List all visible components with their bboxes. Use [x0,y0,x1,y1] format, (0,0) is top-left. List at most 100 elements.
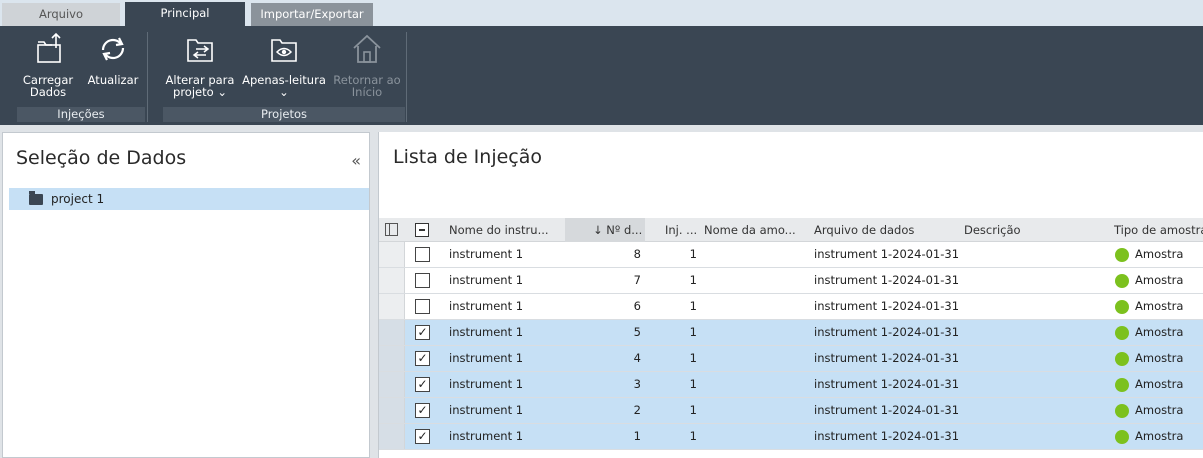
row-gutter[interactable] [379,398,405,423]
cell-number: 4 [633,351,641,365]
table-row[interactable]: instrument 1 7 1 instrument 1-2024-01-31...… [379,268,1203,294]
data-selection-title: Seleção de Dados [16,147,187,169]
table-row[interactable]: instrument 1 6 1 instrument 1-2024-01-31...… [379,294,1203,320]
load-data-icon [37,32,61,63]
tree-item-project[interactable]: project 1 [9,188,369,210]
change-project-label-2: projeto [173,85,214,99]
sample-type-dot-icon [1115,248,1129,262]
load-data-button[interactable]: Carregar Dados [20,30,76,98]
cell-number: 6 [633,299,641,313]
tab-principal[interactable]: Principal [125,2,245,26]
folder-eye-icon [271,39,297,62]
cell-sample-type: Amostra [1135,247,1184,261]
group-label-projects: Projetos [163,107,405,122]
cell-data-file: instrument 1-2024-01-31... [814,377,959,391]
cell-instrument: instrument 1 [449,247,524,261]
row-checkbox[interactable] [415,247,430,262]
cell-instrument: instrument 1 [449,325,524,339]
tab-arquivo[interactable]: Arquivo [2,3,120,26]
cell-instrument: instrument 1 [449,351,524,365]
cell-data-file: instrument 1-2024-01-31... [814,351,959,365]
cell-number: 3 [633,377,641,391]
row-checkbox[interactable]: ✓ [415,377,430,392]
ribbon: Carregar Dados Atualizar Injeções Altera… [0,26,1203,125]
row-gutter[interactable] [379,268,405,293]
sample-type-dot-icon [1115,430,1129,444]
row-checkbox[interactable]: ✓ [415,429,430,444]
folder-swap-icon [187,39,213,62]
select-all-checkbox[interactable] [415,223,429,237]
cell-data-file: instrument 1-2024-01-31... [814,429,959,443]
table-row[interactable]: ✓ instrument 1 2 1 instrument 1-2024-01-31..… [379,398,1203,424]
load-data-label-2: Dados [29,85,67,99]
return-home-label-2: Início [351,85,383,99]
sample-type-dot-icon [1115,274,1129,288]
tree-item-label: project 1 [51,192,105,206]
row-gutter[interactable] [379,242,405,267]
read-only-button[interactable]: Apenas-leitura ⌄ [241,30,327,98]
row-checkbox[interactable]: ✓ [415,325,430,340]
column-header-instrument[interactable]: Nome do instru... [449,218,561,242]
cell-data-file: instrument 1-2024-01-31... [814,299,959,313]
cell-sample-type: Amostra [1135,325,1184,339]
sample-type-dot-icon [1115,300,1129,314]
cell-data-file: instrument 1-2024-01-31... [814,247,959,261]
cell-instrument: instrument 1 [449,429,524,443]
table-row[interactable]: instrument 1 8 1 instrument 1-2024-01-31...… [379,242,1203,268]
table-row[interactable]: ✓ instrument 1 1 1 instrument 1-2024-01-31..… [379,424,1203,450]
cell-number: 1 [633,429,641,443]
column-header-inj[interactable]: Inj. ... [665,218,701,242]
ribbon-separator [406,32,407,122]
table-row[interactable]: ✓ instrument 1 3 1 instrument 1-2024-01-31..… [379,372,1203,398]
cell-inj: 1 [689,351,697,365]
cell-number: 2 [633,403,641,417]
chevron-down-icon: ⌄ [279,85,289,99]
table-row[interactable]: ✓ instrument 1 5 1 instrument 1-2024-01-31..… [379,320,1203,346]
return-home-button[interactable]: Retornar ao Início [332,30,402,98]
refresh-button[interactable]: Atualizar [85,30,141,86]
cell-data-file: instrument 1-2024-01-31... [814,403,959,417]
cell-inj: 1 [689,273,697,287]
column-header-data-file[interactable]: Arquivo de dados [814,218,954,242]
cell-inj: 1 [689,429,697,443]
column-header-number[interactable]: ↓ Nº d... [565,218,645,242]
cell-inj: 1 [689,299,697,313]
row-checkbox[interactable] [415,273,430,288]
injection-list-panel: Lista de Injeção Nome do instru... ↓ Nº … [378,132,1203,458]
refresh-icon [101,37,125,61]
cell-instrument: instrument 1 [449,403,524,417]
row-gutter[interactable] [379,372,405,397]
row-checkbox[interactable]: ✓ [415,403,430,418]
row-checkbox[interactable]: ✓ [415,351,430,366]
cell-sample-type: Amostra [1135,351,1184,365]
cell-instrument: instrument 1 [449,377,524,391]
change-project-button[interactable]: Alterar para projeto ⌄ [163,30,237,98]
cell-inj: 1 [689,403,697,417]
cell-data-file: instrument 1-2024-01-31... [814,325,959,339]
cell-number: 5 [633,325,641,339]
row-gutter[interactable] [379,424,405,449]
home-icon [353,34,381,63]
cell-data-file: instrument 1-2024-01-31... [814,273,959,287]
tab-importar-exportar[interactable]: Importar/Exportar [251,3,373,26]
column-chooser-icon[interactable] [385,223,398,236]
cell-sample-type: Amostra [1135,429,1184,443]
refresh-label: Atualizar [87,73,139,87]
row-gutter[interactable] [379,346,405,371]
group-label-injections: Injeções [17,107,145,122]
column-header-sample-name[interactable]: Nome da amo... [704,218,804,242]
column-header-description[interactable]: Descrição [964,218,1104,242]
table-row[interactable]: ✓ instrument 1 4 1 instrument 1-2024-01-31..… [379,346,1203,372]
chevron-down-icon: ⌄ [217,85,227,99]
injection-list-title: Lista de Injeção [393,146,543,168]
cell-sample-type: Amostra [1135,377,1184,391]
row-gutter[interactable] [379,294,405,319]
collapse-panel-icon[interactable]: « [351,151,361,170]
sample-type-dot-icon [1115,404,1129,418]
cell-number: 8 [633,247,641,261]
cell-instrument: instrument 1 [449,273,524,287]
row-checkbox[interactable] [415,299,430,314]
table-header: Nome do instru... ↓ Nº d... Inj. ... Nom… [379,218,1203,242]
row-gutter[interactable] [379,320,405,345]
column-header-sample-type[interactable]: Tipo de amostra [1114,218,1203,242]
